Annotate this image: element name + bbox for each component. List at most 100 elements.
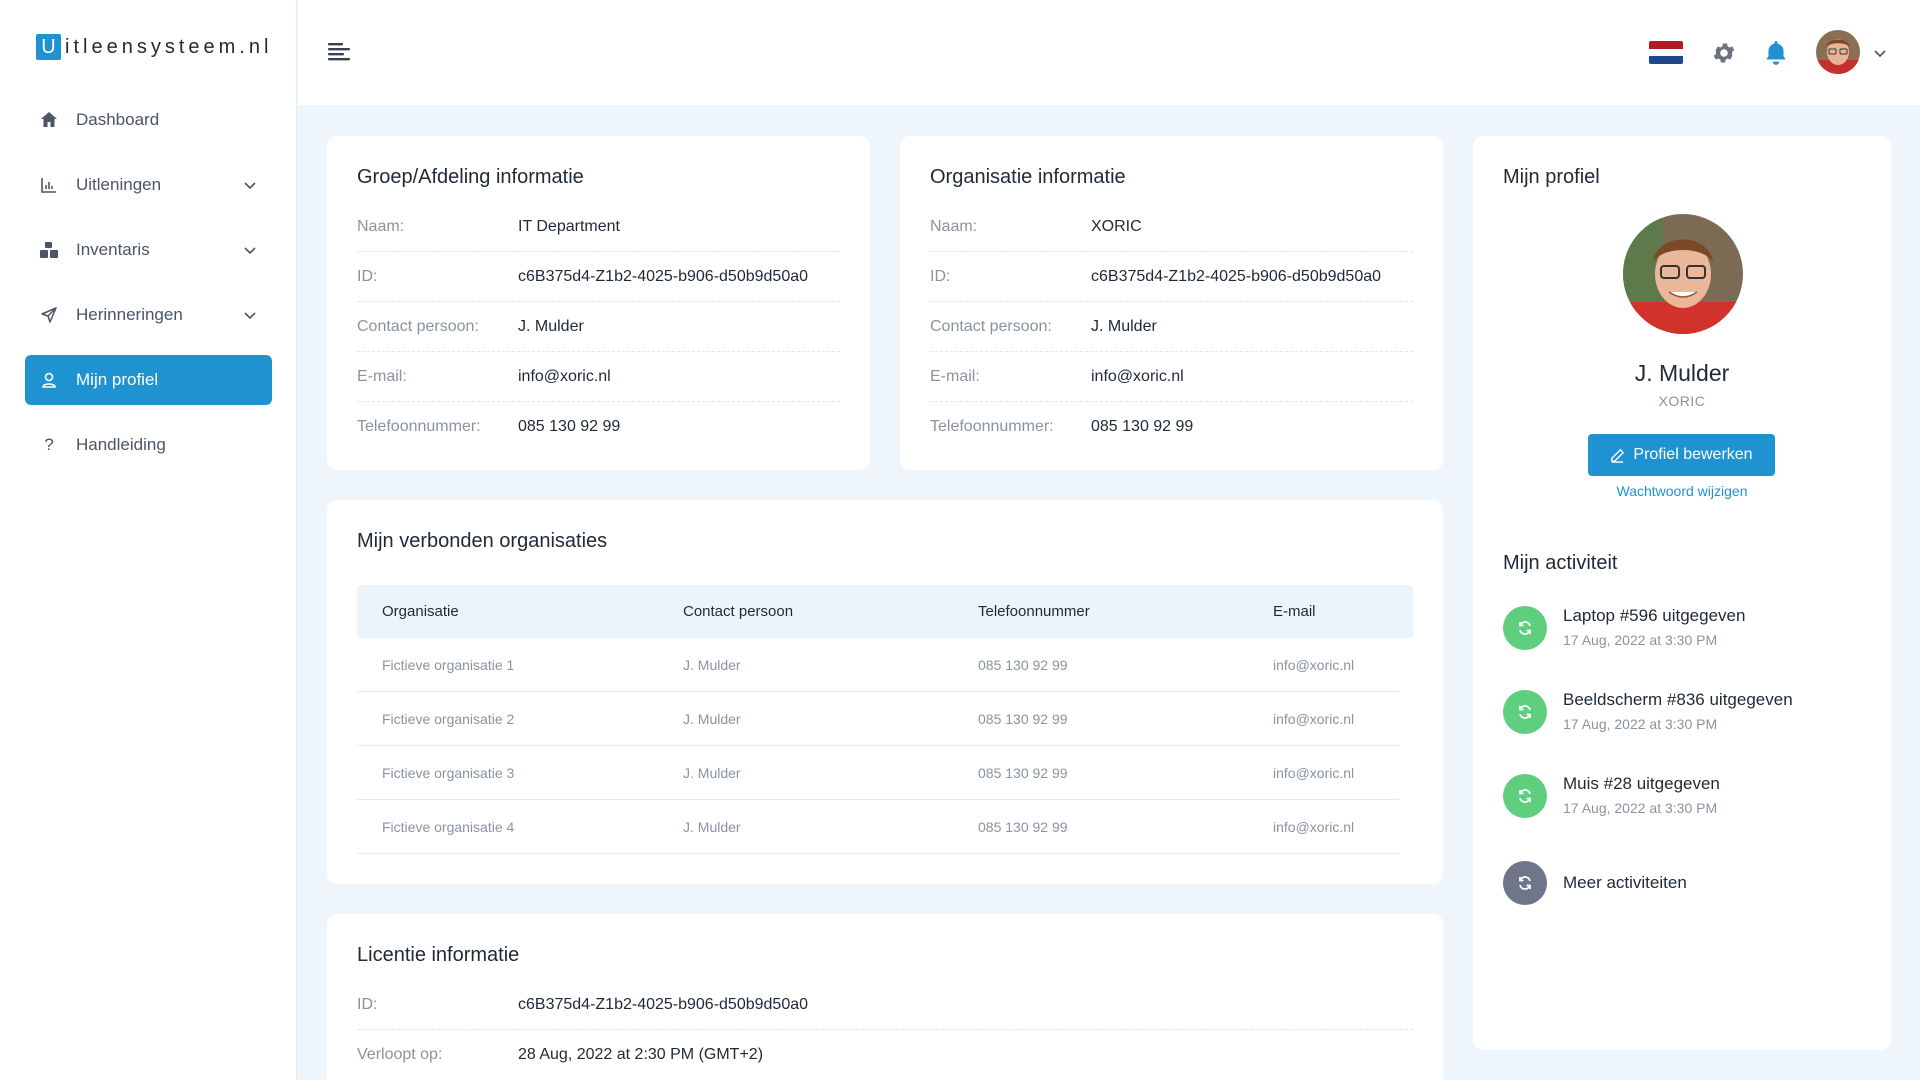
user-avatar[interactable] <box>1816 30 1860 74</box>
info-label: E-mail: <box>357 367 407 385</box>
info-label: Verloopt op: <box>357 1046 443 1063</box>
menu-toggle-icon[interactable] <box>328 42 350 62</box>
app-logo[interactable]: U itleensysteem.nl <box>36 34 272 60</box>
table-header: Organisatie Contact persoon Telefoonnumm… <box>357 585 1413 638</box>
table-cell: 085 130 92 99 <box>978 710 1068 727</box>
info-label: ID: <box>357 267 378 285</box>
table-cell: 085 130 92 99 <box>978 656 1068 673</box>
sidebar-item-dashboard[interactable]: Dashboard <box>25 95 272 145</box>
card-title: Licentie informatie <box>357 944 520 966</box>
table-cell: Fictieve organisatie 2 <box>382 710 515 727</box>
info-value: XORIC <box>1091 217 1142 235</box>
chevron-down-icon <box>244 312 256 320</box>
chart-icon <box>39 175 59 195</box>
info-label: Contact persoon: <box>357 317 479 335</box>
table-cell: J. Mulder <box>683 710 741 727</box>
info-list: Naam: IT Department ID: c6B375d4-Z1b2-4025… <box>357 202 840 452</box>
sidebar-item-uitleningen[interactable]: Uitleningen <box>25 160 272 210</box>
info-value: c6B375d4-Z1b2-4025-b906-d50b9d50a0 <box>1091 267 1382 285</box>
chevron-down-icon[interactable] <box>1872 45 1888 61</box>
info-label: Telefoonnummer: <box>930 418 1054 435</box>
info-label: ID: <box>930 267 951 285</box>
info-row: E-mail: info@xoric.nl <box>357 352 840 402</box>
logo-text: itleensysteem.nl <box>65 35 273 58</box>
activity-item[interactable]: Beeldscherm #836 uitgegeven 17 Aug, 2022 … <box>1503 690 1871 774</box>
activity-title: Mijn activiteit <box>1503 552 1618 574</box>
info-label: Contact persoon: <box>930 317 1052 335</box>
connected-organisations-card: Mijn verbonden organisaties Organisatie … <box>327 500 1443 884</box>
column-header[interactable]: Contact persoon <box>658 603 953 620</box>
info-row: Verloopt op: 28 Aug, 2022 at 2:30 PM (GMT… <box>357 1030 1413 1080</box>
table-cell: 085 130 92 99 <box>978 818 1068 835</box>
info-row: Contact persoon: J. Mulder <box>357 302 840 352</box>
column-header[interactable]: Organisatie <box>357 603 658 620</box>
info-list: Naam: XORIC ID: c6B375d4-Z1b2-4025-b906-d5… <box>930 202 1413 452</box>
table-row[interactable]: Fictieve organisatie 2 J. Mulder 085 130… <box>357 692 1399 746</box>
table-row[interactable]: Fictieve organisatie 3 J. Mulder 085 130… <box>357 746 1399 800</box>
table-cell: J. Mulder <box>683 764 741 781</box>
gear-icon[interactable] <box>1711 40 1737 66</box>
group-info-card: Groep/Afdeling informatie Naam: IT Depart… <box>327 136 870 470</box>
card-title: Groep/Afdeling informatie <box>357 166 584 188</box>
column-header[interactable]: E-mail <box>1248 603 1413 620</box>
table-cell: 085 130 92 99 <box>978 764 1068 781</box>
table-cell: info@xoric.nl <box>1273 710 1355 727</box>
refresh-icon <box>1503 861 1547 905</box>
chevron-down-icon <box>244 247 256 255</box>
profile-photo <box>1623 214 1743 334</box>
table-cell: info@xoric.nl <box>1273 818 1355 835</box>
table-row[interactable]: Fictieve organisatie 4 J. Mulder 085 130… <box>357 800 1399 854</box>
sidebar-item-herinneringen[interactable]: Herinneringen <box>25 290 272 340</box>
column-header[interactable]: Telefoonnummer <box>953 603 1248 620</box>
info-value: info@xoric.nl <box>518 367 611 385</box>
table-cell: info@xoric.nl <box>1273 656 1355 673</box>
sidebar-item-label: Mijn profiel <box>76 370 159 389</box>
boxes-icon <box>39 240 59 260</box>
edit-profile-label: Profiel bewerken <box>1633 446 1753 463</box>
activity-item[interactable]: Muis #28 uitgegeven 17 Aug, 2022 at 3:30 … <box>1503 774 1871 858</box>
organisations-table: Organisatie Contact persoon Telefoonnumm… <box>357 585 1413 854</box>
activity-item[interactable]: Laptop #596 uitgegeven 17 Aug, 2022 at 3:… <box>1503 606 1871 690</box>
card-title: Organisatie informatie <box>930 166 1126 188</box>
sidebar-nav: Dashboard Uitleningen Inventaris Herinne… <box>25 95 272 485</box>
refresh-icon <box>1503 690 1547 734</box>
sidebar-item-inventaris[interactable]: Inventaris <box>25 225 272 275</box>
home-icon <box>39 110 59 130</box>
activity-item-date: 17 Aug, 2022 at 3:30 PM <box>1563 632 1718 648</box>
organisation-info-card: Organisatie informatie Naam: XORIC ID: c6B… <box>900 136 1443 470</box>
bell-icon[interactable] <box>1763 39 1789 67</box>
activity-item-title: Muis #28 uitgegeven <box>1563 774 1720 793</box>
info-label: Naam: <box>930 217 978 235</box>
table-cell: J. Mulder <box>683 656 741 673</box>
info-row: ID: c6B375d4-Z1b2-4025-b906-d50b9d50a0 <box>357 980 1413 1030</box>
user-icon <box>39 370 59 390</box>
card-title: Mijn profiel <box>1503 166 1600 188</box>
info-row: Naam: IT Department <box>357 202 840 252</box>
info-value: 28 Aug, 2022 at 2:30 PM (GMT+2) <box>518 1046 764 1063</box>
sidebar-item-label: Inventaris <box>76 240 150 259</box>
profile-card: Mijn profiel J. Mulder XORIC Profiel bew… <box>1473 136 1891 1050</box>
info-row: ID: c6B375d4-Z1b2-4025-b906-d50b9d50a0 <box>930 252 1413 302</box>
change-password-link[interactable]: Wachtwoord wijzigen <box>1473 483 1891 499</box>
table-row[interactable]: Fictieve organisatie 1 J. Mulder 085 130… <box>357 638 1399 692</box>
refresh-icon <box>1503 606 1547 650</box>
more-activities-label: Meer activiteiten <box>1563 873 1687 892</box>
sidebar-item-handleiding[interactable]: ? Handleiding <box>25 420 272 470</box>
activity-item-date: 17 Aug, 2022 at 3:30 PM <box>1563 716 1718 732</box>
help-icon: ? <box>44 435 54 454</box>
activity-item-title: Beeldscherm #836 uitgegeven <box>1563 690 1793 709</box>
info-value: J. Mulder <box>518 317 584 335</box>
table-cell: info@xoric.nl <box>1273 764 1355 781</box>
info-label: Naam: <box>357 217 405 235</box>
language-flag-icon[interactable] <box>1649 41 1683 64</box>
info-value: c6B375d4-Z1b2-4025-b906-d50b9d50a0 <box>518 267 809 285</box>
card-title: Mijn verbonden organisaties <box>357 530 608 552</box>
info-label: E-mail: <box>930 367 980 385</box>
more-activities-button[interactable]: Meer activiteiten <box>1503 858 1871 908</box>
info-label: Telefoonnummer: <box>357 418 481 435</box>
sidebar-item-label: Dashboard <box>76 110 160 129</box>
table-cell: J. Mulder <box>683 818 741 835</box>
edit-profile-button[interactable]: Profiel bewerken <box>1588 434 1775 476</box>
info-row: Naam: XORIC <box>930 202 1413 252</box>
sidebar-item-mijn-profiel[interactable]: Mijn profiel <box>25 355 272 405</box>
